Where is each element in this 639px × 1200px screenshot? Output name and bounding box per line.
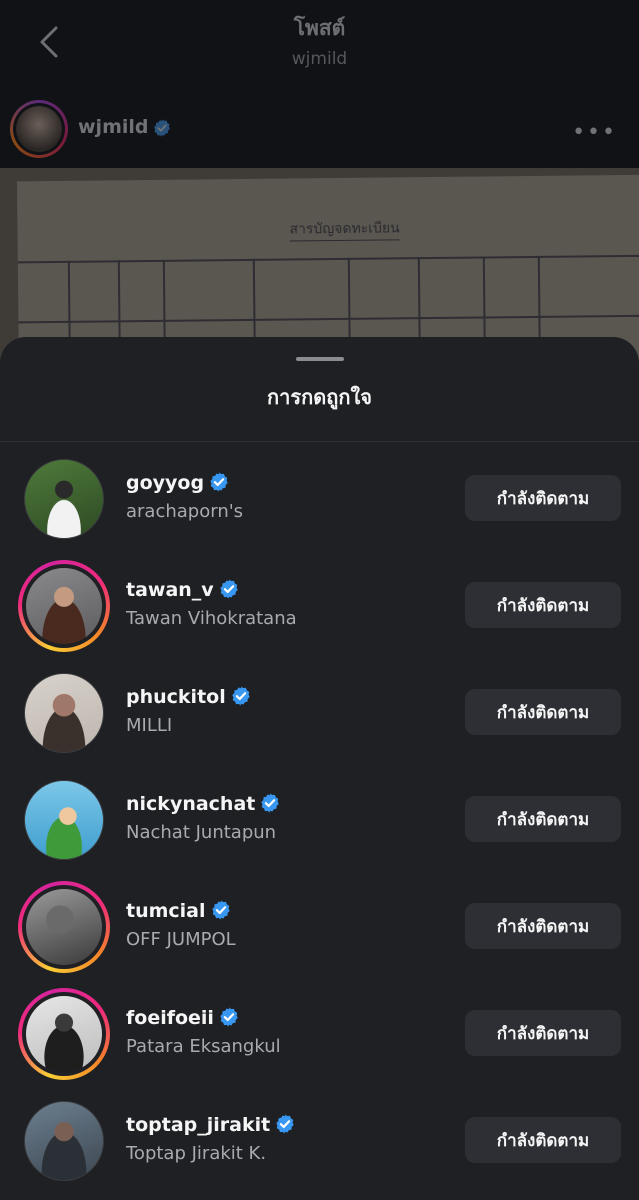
full-name: Nachat Juntapun — [126, 822, 277, 843]
verified-icon — [276, 1114, 294, 1134]
divider — [0, 441, 639, 442]
avatar[interactable] — [18, 774, 110, 866]
liker-row[interactable]: toptap_jirakit Toptap Jirakit K. กำลังติดต… — [0, 1085, 639, 1192]
liker-row[interactable]: tawan_v Tawan Vihokratana กำลังติดตาม — [0, 550, 639, 657]
verified-icon — [220, 1007, 238, 1027]
username-text[interactable]: toptap_jirakit — [126, 1114, 270, 1136]
verified-icon — [210, 472, 228, 492]
liker-row[interactable]: foeifoeii Patara Eksangkul กำลังติดตาม — [0, 978, 639, 1085]
avatar[interactable] — [18, 988, 110, 1080]
username-text[interactable]: tumcial — [126, 900, 206, 922]
likes-list: goyyog arachaporn's กำลังติดตาม tawan_v Tawa… — [0, 443, 639, 1192]
verified-icon — [219, 579, 238, 599]
full-name: Toptap Jirakit K. — [126, 1143, 267, 1164]
username[interactable]: goyyog — [126, 471, 230, 494]
avatar[interactable] — [18, 667, 110, 759]
username[interactable]: tumcial — [126, 899, 232, 922]
verified-icon — [232, 686, 250, 706]
full-name: Tawan Vihokratana — [126, 608, 297, 629]
verified-icon — [261, 793, 280, 813]
avatar[interactable] — [18, 560, 110, 652]
avatar-image — [26, 889, 102, 965]
avatar[interactable] — [18, 1095, 110, 1187]
following-button[interactable]: กำลังติดตาม — [465, 796, 621, 842]
avatar-image — [24, 1101, 104, 1181]
username[interactable]: tawan_v — [126, 578, 240, 601]
following-button[interactable]: กำลังติดตาม — [465, 689, 621, 735]
username-text[interactable]: goyyog — [126, 472, 204, 494]
more-options-icon[interactable]: ••• — [572, 120, 617, 145]
avatar[interactable] — [18, 881, 110, 973]
liker-row[interactable]: phuckitol MILLI กำลังติดตาม — [0, 657, 639, 764]
username[interactable]: foeifoeii — [126, 1006, 240, 1029]
post-author-username[interactable]: wjmild — [78, 116, 149, 138]
page-title: โพสต์ — [293, 16, 346, 40]
post-author-avatar[interactable] — [10, 100, 68, 158]
sheet-drag-handle[interactable] — [296, 357, 344, 361]
liker-row[interactable]: tumcial OFF JUMPOL กำลังติดตาม — [0, 871, 639, 978]
sheet-title: การกดถูกใจ — [267, 385, 372, 409]
liker-row[interactable]: nickynachat Nachat Juntapun กำลังติดตาม — [0, 764, 639, 871]
full-name: OFF JUMPOL — [126, 929, 236, 950]
username-text[interactable]: phuckitol — [126, 686, 226, 708]
full-name: MILLI — [126, 715, 173, 736]
likes-sheet: การกดถูกใจ goyyog arachaporn's กำลังติดตาม… — [0, 337, 639, 1200]
title-block: โพสต์ wjmild — [0, 12, 639, 69]
username[interactable]: nickynachat — [126, 792, 281, 815]
screen: โพสต์ wjmild wjmild ••• สารบัญจดทะเบียน — [0, 0, 639, 1200]
avatar[interactable] — [18, 453, 110, 545]
avatar-image — [24, 780, 104, 860]
verified-icon — [154, 119, 170, 137]
username-text[interactable]: nickynachat — [126, 793, 255, 815]
avatar-image — [24, 459, 104, 539]
username-text[interactable]: tawan_v — [126, 579, 214, 601]
full-name: Patara Eksangkul — [126, 1036, 281, 1057]
following-button[interactable]: กำลังติดตาม — [465, 1117, 621, 1163]
username[interactable]: toptap_jirakit — [126, 1113, 296, 1136]
avatar-image — [24, 673, 104, 753]
following-button[interactable]: กำลังติดตาม — [465, 582, 621, 628]
following-button[interactable]: กำลังติดตาม — [465, 1010, 621, 1056]
document-heading: สารบัญจดทะเบียน — [289, 217, 400, 242]
following-button[interactable]: กำลังติดตาม — [465, 475, 621, 521]
avatar-image — [26, 568, 102, 644]
full-name: arachaporn's — [126, 501, 244, 522]
avatar-image — [26, 996, 102, 1072]
post-header: wjmild ••• — [0, 90, 639, 168]
liker-row[interactable]: goyyog arachaporn's กำลังติดตาม — [0, 443, 639, 550]
top-bar: โพสต์ wjmild — [0, 0, 639, 90]
username[interactable]: phuckitol — [126, 685, 252, 708]
following-button[interactable]: กำลังติดตาม — [465, 903, 621, 949]
page-subtitle: wjmild — [291, 49, 348, 69]
verified-icon — [211, 900, 230, 920]
username-text[interactable]: foeifoeii — [126, 1007, 214, 1029]
